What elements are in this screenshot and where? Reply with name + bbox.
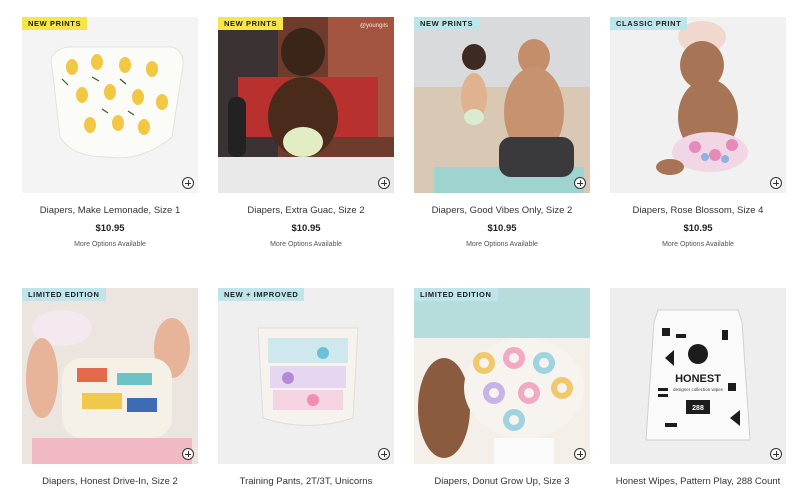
photo-credit: @youngils (359, 23, 388, 29)
product-card[interactable]: NEW PRINTS @youngils Diapers, Extra Guac… (218, 17, 394, 248)
add-icon[interactable] (574, 448, 586, 460)
product-badge: NEW PRINTS (22, 17, 88, 30)
product-price: $10.95 (95, 223, 125, 234)
product-image[interactable]: NEW PRINTS (414, 17, 590, 193)
product-image[interactable]: HONEST designer collection wipes 288 (610, 288, 786, 464)
add-icon[interactable] (182, 448, 194, 460)
product-title[interactable]: Diapers, Honest Drive-In, Size 2 (22, 476, 198, 487)
unicorn-pants-illustration (257, 327, 359, 426)
product-image[interactable]: LIMITED EDITION (22, 288, 198, 464)
product-card[interactable]: CLASSIC PRINT Diapers, Rose Blossom, Siz… (610, 17, 786, 248)
more-options-link[interactable]: More Options Available (218, 241, 394, 248)
package-subtitle: designer collection wipes (673, 387, 724, 392)
product-image[interactable]: CLASSIC PRINT (610, 17, 786, 193)
product-badge: LIMITED EDITION (414, 288, 498, 301)
product-badge: NEW + IMPROVED (218, 288, 305, 301)
product-title[interactable]: Training Pants, 2T/3T, Unicorns (218, 476, 394, 487)
product-title[interactable]: Diapers, Rose Blossom, Size 4 (610, 205, 786, 216)
add-icon[interactable] (378, 177, 390, 189)
product-card[interactable]: LIMITED EDITION Diapers, Honest Drive-In… (22, 288, 198, 487)
product-card[interactable]: HONEST designer collection wipes 288 Hon… (610, 288, 786, 487)
product-image[interactable]: NEW PRINTS (22, 17, 198, 193)
lemon-diaper-illustration (50, 46, 184, 159)
product-badge: CLASSIC PRINT (610, 17, 688, 30)
product-card[interactable]: NEW + IMPROVED Training Pants, 2T/3T, Un… (218, 288, 394, 487)
baby-photo (22, 288, 198, 464)
add-icon[interactable] (378, 448, 390, 460)
product-title[interactable]: Diapers, Good Vibes Only, Size 2 (414, 205, 590, 216)
add-icon[interactable] (574, 177, 586, 189)
product-badge: NEW PRINTS (414, 17, 480, 30)
product-card[interactable]: NEW PRINTS Diapers, Make Lemonade, Size … (22, 17, 198, 248)
baby-photo (414, 288, 590, 464)
more-options-link[interactable]: More Options Available (610, 241, 786, 248)
product-card[interactable]: NEW PRINTS Diapers, Good Vibes Only, Siz… (414, 17, 590, 248)
wipes-package: HONEST designer collection wipes 288 (645, 309, 751, 441)
product-price: $10.95 (683, 223, 713, 234)
product-title[interactable]: Honest Wipes, Pattern Play, 288 Count (610, 476, 786, 487)
product-price: $10.95 (291, 223, 321, 234)
beach-photo (414, 17, 590, 193)
baby-photo (656, 21, 748, 175)
add-icon[interactable] (182, 177, 194, 189)
baby-photo (218, 17, 394, 193)
product-image[interactable]: LIMITED EDITION (414, 288, 590, 464)
more-options-link[interactable]: More Options Available (22, 241, 198, 248)
product-grid: NEW PRINTS Diapers, Make Lemonade, Size … (0, 0, 800, 495)
product-image[interactable]: NEW + IMPROVED (218, 288, 394, 464)
product-price: $10.95 (487, 223, 517, 234)
product-badge: NEW PRINTS (218, 17, 284, 30)
product-title[interactable]: Diapers, Extra Guac, Size 2 (218, 205, 394, 216)
more-options-link[interactable]: More Options Available (414, 241, 590, 248)
product-card[interactable]: LIMITED EDITION Diapers, Donut Grow Up, (414, 288, 590, 487)
product-badge: LIMITED EDITION (22, 288, 106, 301)
add-icon[interactable] (770, 177, 782, 189)
product-image[interactable]: NEW PRINTS @youngils (218, 17, 394, 193)
add-icon[interactable] (770, 448, 782, 460)
package-brand: HONEST (675, 373, 721, 385)
package-count: 288 (692, 405, 704, 412)
product-title[interactable]: Diapers, Donut Grow Up, Size 3 (414, 476, 590, 487)
product-title[interactable]: Diapers, Make Lemonade, Size 1 (22, 205, 198, 216)
